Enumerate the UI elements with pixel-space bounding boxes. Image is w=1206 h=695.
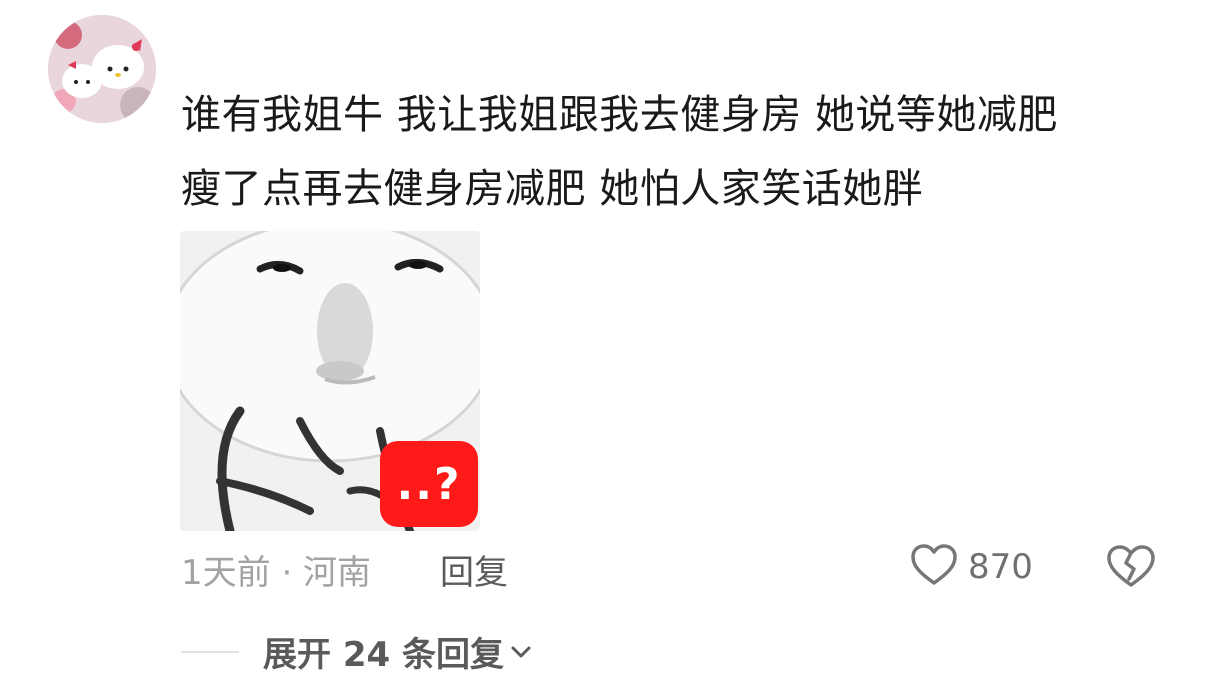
avatar[interactable]: [48, 15, 156, 123]
comment-item: 谁有我姐牛 我让我姐跟我去健身房 她说等她减肥 瘦了点再去健身房减肥 她怕人家笑…: [0, 0, 1206, 695]
sticker-image[interactable]: ..?: [180, 231, 480, 531]
broken-heart-icon: [1106, 545, 1156, 593]
dislike-button[interactable]: [1106, 543, 1156, 593]
heart-outline-icon: [910, 543, 958, 591]
comment-meta: 1天前 · 河南: [181, 553, 372, 593]
divider-line: [181, 650, 239, 653]
comment-text-line-1: 谁有我姐牛 我让我姐跟我去健身房 她说等她减肥: [181, 92, 1058, 138]
like-button[interactable]: 870: [910, 543, 1033, 591]
comment-text: 谁有我姐牛 我让我姐跟我去健身房 她说等她减肥 瘦了点再去健身房减肥 她怕人家笑…: [181, 78, 1171, 226]
sticker-badge-text: ..?: [396, 459, 462, 510]
expand-replies-label: 展开 24 条回复: [263, 635, 504, 675]
reply-button[interactable]: 回复: [440, 545, 508, 594]
like-count: 870: [968, 547, 1033, 587]
expand-replies-button[interactable]: 展开 24 条回复: [181, 627, 532, 676]
chevron-down-icon: [510, 644, 532, 663]
comment-text-line-2: 瘦了点再去健身房减肥 她怕人家笑话她胖: [181, 166, 924, 212]
